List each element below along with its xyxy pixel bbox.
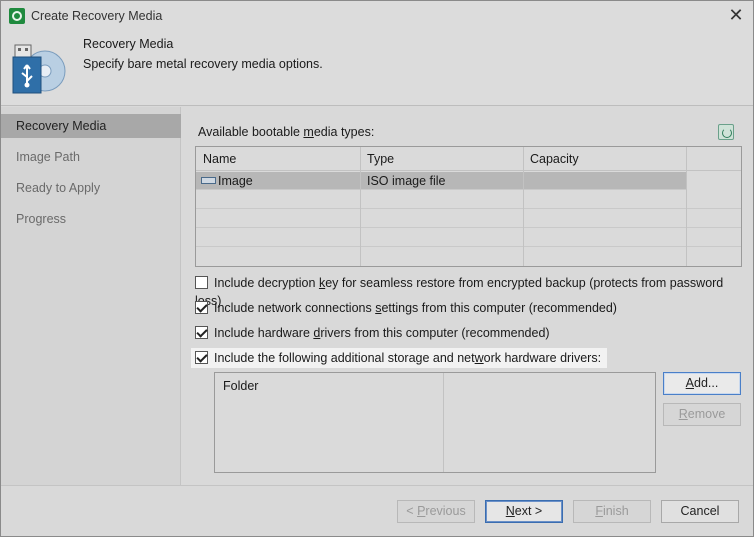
create-recovery-media-window: Create Recovery Media ✕ Recovery Media S…	[0, 0, 754, 537]
table-row-empty	[196, 229, 741, 247]
column-divider	[523, 147, 524, 266]
media-types-label: Available bootable media types:	[198, 125, 375, 139]
previous-button[interactable]: < Previous	[397, 500, 475, 523]
column-header-name[interactable]: Name	[196, 147, 236, 171]
step-image-path[interactable]: Image Path	[1, 145, 181, 169]
include-additional-drivers-checkbox[interactable]: Include the following additional storage…	[191, 348, 608, 368]
row-capacity-cell	[523, 172, 530, 190]
column-header-folder[interactable]: Folder	[223, 379, 258, 393]
window-title: Create Recovery Media	[31, 9, 163, 23]
header-subtitle: Specify bare metal recovery media option…	[83, 57, 323, 71]
column-header-capacity[interactable]: Capacity	[523, 147, 579, 171]
include-hardware-drivers-checkbox[interactable]: Include hardware drivers from this compu…	[195, 324, 550, 342]
usb-drive-disc-icon	[12, 44, 66, 94]
column-divider	[360, 147, 361, 266]
wizard-header: Recovery Media Specify bare metal recove…	[1, 31, 753, 106]
add-folder-button[interactable]: Add...	[663, 372, 741, 395]
next-button[interactable]: Next >	[485, 500, 563, 523]
header-title: Recovery Media	[83, 37, 174, 51]
include-network-settings-checkbox[interactable]: Include network connections settings fro…	[195, 299, 617, 317]
column-divider	[443, 373, 444, 472]
driver-folders-list[interactable]: Folder	[214, 372, 656, 473]
media-types-table[interactable]: Name Type Capacity Image ISO image file	[195, 146, 742, 267]
header-divider	[1, 105, 753, 106]
column-header-type[interactable]: Type	[360, 147, 394, 171]
step-progress[interactable]: Progress	[1, 207, 181, 231]
cancel-button[interactable]: Cancel	[661, 500, 739, 523]
table-row-empty	[196, 191, 741, 209]
refresh-icon[interactable]	[718, 124, 734, 140]
remove-folder-button[interactable]: Remove	[663, 403, 741, 426]
table-row-empty	[196, 210, 741, 228]
finish-button[interactable]: Finish	[573, 500, 651, 523]
app-logo-icon	[9, 8, 25, 24]
step-ready-to-apply[interactable]: Ready to Apply	[1, 176, 181, 200]
title-bar: Create Recovery Media ✕	[1, 1, 753, 31]
wizard-steps-sidebar: Recovery Media Image Path Ready to Apply…	[1, 107, 181, 485]
usb-media-icon	[201, 177, 216, 185]
row-name-cell: Image	[196, 172, 253, 190]
footer-divider	[1, 485, 753, 486]
checkbox-box[interactable]	[195, 351, 208, 365]
checkbox-box[interactable]	[195, 276, 208, 290]
checkbox-box[interactable]	[195, 326, 208, 340]
close-button[interactable]: ✕	[723, 4, 749, 28]
checkbox-box[interactable]	[195, 301, 208, 315]
table-header: Name Type Capacity	[196, 147, 741, 171]
include-decryption-key-checkbox[interactable]: Include decryption key for seamless rest…	[195, 274, 753, 308]
table-row[interactable]: Image ISO image file	[196, 172, 686, 190]
row-type-cell: ISO image file	[367, 174, 446, 188]
step-recovery-media[interactable]: Recovery Media	[1, 114, 181, 138]
column-divider	[686, 147, 687, 266]
